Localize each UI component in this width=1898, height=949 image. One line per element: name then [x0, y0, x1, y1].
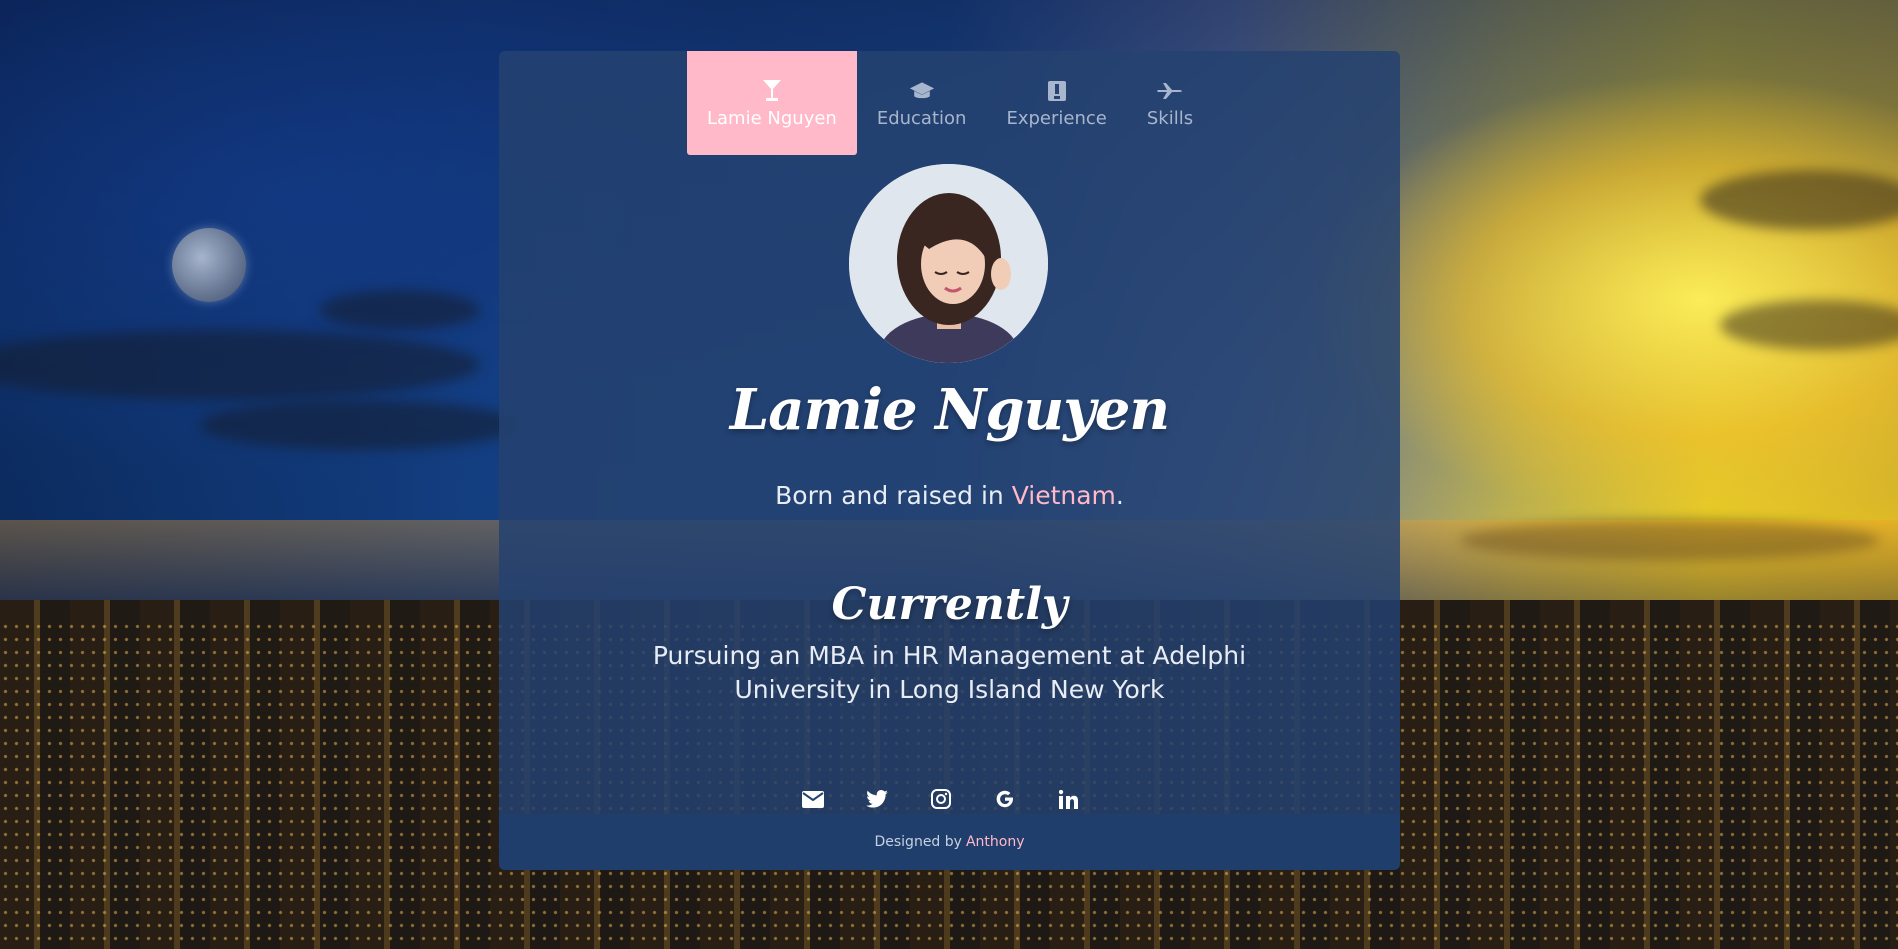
- envelope-icon[interactable]: [801, 787, 825, 811]
- tab-lamie-nguyen[interactable]: Lamie Nguyen: [687, 51, 857, 155]
- tab-education[interactable]: Education: [857, 51, 987, 155]
- social-links: [499, 787, 1391, 811]
- avatar: [849, 164, 1048, 363]
- twitter-icon[interactable]: [865, 787, 889, 811]
- currently-description: Pursuing an MBA in HR Management at Adel…: [652, 641, 1247, 704]
- instagram-icon[interactable]: [929, 787, 953, 811]
- tab-bar: Lamie Nguyen Education Experience Skills: [687, 51, 1213, 155]
- cloud: [320, 290, 480, 330]
- tab-label: Education: [876, 107, 967, 129]
- cocktail-icon: [759, 78, 785, 104]
- profile-name: Lamie Nguyen: [729, 377, 1170, 443]
- footer: Designed by Anthony: [499, 814, 1400, 870]
- tab-label: Lamie Nguyen: [707, 107, 837, 129]
- bio-suffix: .: [1115, 481, 1124, 510]
- profile-card: Lamie Nguyen Education Experience Skills: [499, 51, 1400, 870]
- tab-label: Skills: [1146, 107, 1194, 129]
- linkedin-icon[interactable]: [1057, 787, 1081, 811]
- footer-prefix: Designed by: [874, 834, 962, 850]
- id-badge-icon: [1044, 78, 1070, 104]
- tab-experience[interactable]: Experience: [986, 51, 1126, 155]
- plane-icon: [1156, 78, 1183, 104]
- bio-place: Vietnam: [1011, 481, 1116, 510]
- tab-skills[interactable]: Skills: [1127, 51, 1213, 155]
- currently-heading: Currently: [831, 579, 1068, 630]
- graduation-cap-icon: [909, 78, 935, 104]
- cloud: [200, 400, 520, 450]
- google-icon[interactable]: [993, 787, 1017, 811]
- bio-prefix: Born and raised in: [775, 481, 1012, 510]
- footer-author-link[interactable]: Anthony: [966, 834, 1025, 850]
- tab-label: Experience: [1006, 107, 1107, 129]
- bio-text: Born and raised in Vietnam.: [499, 481, 1400, 510]
- moon: [172, 228, 246, 302]
